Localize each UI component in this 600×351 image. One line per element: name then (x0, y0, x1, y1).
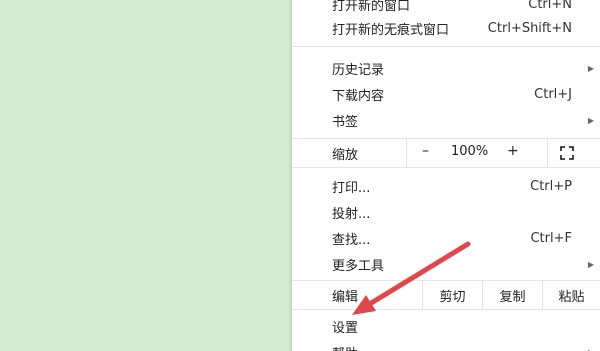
annotation-arrow (352, 241, 471, 315)
stage: 打开新的窗口 Ctrl+N 打开新的无痕式窗口 Ctrl+Shift+N 历史记… (0, 0, 600, 351)
arrow-shaft (365, 241, 471, 308)
